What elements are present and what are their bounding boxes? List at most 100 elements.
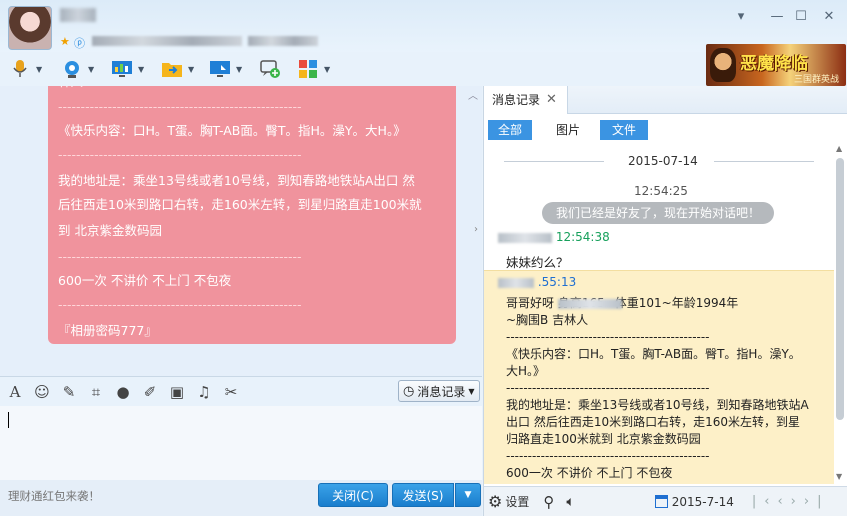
chevron-down-icon[interactable]: ▼: [236, 65, 242, 74]
bubble-line: ----------------------------------------…: [58, 249, 302, 264]
promo-text[interactable]: 理财通红包来袭！: [8, 488, 100, 504]
music-icon[interactable]: ♫: [192, 381, 216, 403]
font-icon[interactable]: A: [3, 381, 27, 403]
speaker-icon[interactable]: 🔈︎: [566, 494, 574, 510]
calendar-icon: [654, 495, 668, 508]
maximize-button[interactable]: ☐: [792, 8, 810, 26]
scroll-up-arrow-icon[interactable]: ▲: [836, 144, 842, 153]
emoji-icon[interactable]: ☺: [30, 381, 54, 403]
create-group-button[interactable]: [258, 56, 282, 82]
sender-name-redacted: [498, 232, 552, 243]
clock-icon: ◷: [403, 383, 415, 399]
menu-arrow-icon[interactable]: ▾: [732, 8, 750, 26]
history-pagination: |‹ ‹ › ›|: [752, 494, 830, 509]
avatar[interactable]: [8, 6, 52, 50]
bubble-line: 我的地址是：乘坐13号线或者10号线，到知春路地铁站A出口 然: [58, 173, 415, 188]
message-header: 12:54:38: [498, 230, 610, 244]
system-time: 12:54:25: [634, 184, 688, 198]
last-page-icon[interactable]: ›|: [804, 494, 830, 509]
video-call-button[interactable]: ▼: [60, 56, 94, 82]
bubble-line: 后往西走10米到路口右转，走160米左转，到星归路直走100米就: [58, 197, 422, 212]
folder-arrow-icon: [160, 58, 184, 80]
next-page-icon[interactable]: ›: [791, 494, 804, 509]
screen-share-button[interactable]: ▼: [110, 56, 144, 82]
sender-name-redacted: [498, 277, 534, 288]
settings-button[interactable]: ⚙ 设置: [488, 492, 529, 511]
redacted-text: [558, 299, 622, 309]
voice-message-icon[interactable]: ●: [111, 381, 135, 403]
chat-message-area[interactable]: 林人 -------------------------------------…: [0, 86, 482, 376]
history-filters: 全部 图片 文件: [484, 114, 847, 144]
history-scrollbar[interactable]: ▲ ▼: [835, 144, 845, 484]
bubble-line: 林人: [58, 86, 83, 91]
system-message: 我们已经是好友了，现在开始对话吧！: [542, 202, 774, 224]
apps-grid-icon: [296, 58, 320, 80]
chevron-down-icon[interactable]: ▼: [36, 65, 42, 74]
message-line: ----------------------------------------…: [506, 330, 710, 344]
chevron-down-icon[interactable]: ▼: [324, 65, 330, 74]
message-line: 出口 然后往西走10米到路口右转，走160米左转，到星: [506, 415, 800, 429]
bubble-line: 600一次 不讲价 不上门 不包夜: [58, 273, 232, 288]
warrior-image: [710, 48, 736, 82]
message-text: 妹妹约么？: [506, 255, 569, 270]
chevron-down-icon[interactable]: ▼: [138, 65, 144, 74]
bubble-line: ----------------------------------------…: [58, 297, 302, 312]
message-line: 600一次 不讲价 不上门 不包夜: [506, 466, 673, 480]
voice-call-button[interactable]: ▼: [8, 56, 42, 82]
tab-message-history[interactable]: 消息记录 ✕: [484, 86, 568, 114]
message-line: ----------------------------------------…: [506, 381, 710, 395]
apps-button[interactable]: ▼: [296, 56, 330, 82]
filter-files[interactable]: 文件: [600, 120, 648, 140]
remote-desktop-button[interactable]: ▼: [208, 56, 242, 82]
chevron-down-icon[interactable]: ▼: [88, 65, 94, 74]
message-history-button[interactable]: ◷ 消息记录 ▼: [398, 380, 480, 402]
shake-icon[interactable]: ✎: [57, 381, 81, 403]
minimize-button[interactable]: —: [768, 8, 786, 26]
edit-icon[interactable]: ✐: [138, 381, 162, 403]
message-history-panel: 消息记录 ✕ 全部 图片 文件 2015-07-14 12:54:25 我们已经…: [483, 86, 847, 516]
close-tab-icon[interactable]: ✕: [546, 86, 557, 114]
search-icon[interactable]: ⚲: [543, 493, 554, 511]
message-line: 大H。》: [506, 364, 546, 378]
chevron-down-icon[interactable]: ▼: [188, 65, 194, 74]
date-picker[interactable]: 2015-7-14: [654, 494, 734, 509]
close-window-button[interactable]: ✕: [820, 8, 838, 26]
history-list[interactable]: 2015-07-14 12:54:25 我们已经是好友了，现在开始对话吧！ 12…: [484, 144, 834, 484]
close-button[interactable]: 关闭(C): [318, 483, 388, 507]
message-line: 我的地址是：乘坐13号线或者10号线，到知春路地铁站A: [506, 398, 809, 412]
chevron-down-icon: ▼: [468, 386, 475, 396]
screenshot-icon[interactable]: ⌗: [84, 381, 108, 403]
message-bubble: 林人 -------------------------------------…: [48, 86, 456, 344]
bubble-line: 『相册密码777』: [58, 323, 157, 338]
filter-all[interactable]: 全部: [488, 120, 532, 140]
bubble-line: 到 北京紫金数码园: [58, 223, 162, 238]
message-line: ----------------------------------------…: [506, 449, 710, 463]
scroll-thumb[interactable]: [836, 158, 844, 420]
message-input[interactable]: [0, 406, 482, 480]
first-page-icon[interactable]: |‹: [752, 494, 778, 509]
message-time: .55:13: [537, 275, 577, 289]
tab-label: 消息记录: [492, 93, 541, 107]
history-tab-bar: 消息记录 ✕: [484, 86, 847, 114]
chat-add-icon: [258, 58, 282, 80]
chart-screen-icon: [110, 58, 134, 80]
message-header: .55:13: [498, 275, 576, 289]
footer-date: 2015-7-14: [671, 494, 734, 509]
signature-redacted: [92, 36, 242, 46]
contact-name-redacted: [60, 8, 96, 22]
file-transfer-button[interactable]: ▼: [160, 56, 194, 82]
image-icon[interactable]: ▣: [165, 381, 189, 403]
filter-images[interactable]: 图片: [546, 120, 590, 140]
send-options-chevron-icon[interactable]: ▼: [455, 483, 481, 507]
send-button[interactable]: 发送(S): [392, 483, 454, 507]
scroll-up-chevron-icon[interactable]: ︿: [468, 87, 478, 102]
settings-label: 设置: [505, 495, 530, 509]
prev-page-icon[interactable]: ‹: [777, 494, 790, 509]
collapse-panel-arrow-icon[interactable]: ›: [474, 224, 478, 235]
scroll-down-arrow-icon[interactable]: ▼: [836, 472, 842, 481]
game-ad-banner[interactable]: 恶魔降临 三国群英战: [706, 44, 846, 86]
message-line: 哥哥好呀 身高165~体重101~年龄1994年: [506, 296, 739, 310]
microphone-icon: [8, 58, 32, 80]
call-toolbar: ▼ ▼ ▼ ▼ ▼ ▼: [0, 52, 700, 86]
scissors-icon[interactable]: ✂: [219, 381, 243, 403]
